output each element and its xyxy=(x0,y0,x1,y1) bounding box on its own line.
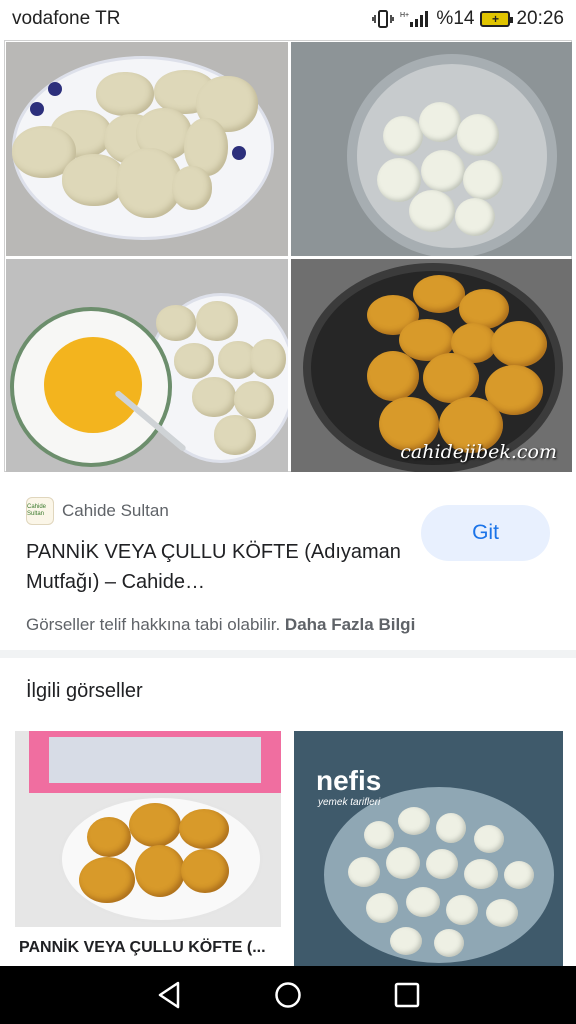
patty xyxy=(156,305,196,341)
dough-ball xyxy=(377,158,421,202)
plate-flower xyxy=(48,82,62,96)
image-boiling-pot xyxy=(291,42,572,256)
related-heading: İlgili görseller xyxy=(26,680,143,702)
dough-ball xyxy=(409,190,455,232)
svg-text:H+: H+ xyxy=(400,12,409,19)
section-divider xyxy=(0,650,576,658)
patty xyxy=(172,166,212,210)
patty xyxy=(192,377,236,417)
main-image[interactable]: cahidejibek.com xyxy=(4,40,572,472)
patty xyxy=(174,343,214,379)
dough-piece xyxy=(486,899,518,927)
carrier-label: vodafone TR xyxy=(12,8,121,29)
dough-ball xyxy=(419,102,461,142)
fried-patty xyxy=(79,857,135,903)
related-card[interactable]: PANNİK VEYA ÇULLU KÖFTE (... xyxy=(15,731,281,966)
image-egg-bowl xyxy=(6,259,288,472)
dough-piece xyxy=(390,927,422,955)
fried-patty xyxy=(491,321,547,367)
vibrate-icon xyxy=(372,10,395,28)
navigation-bar xyxy=(0,966,576,1024)
plate-flower xyxy=(232,146,246,160)
dough-piece xyxy=(406,887,440,917)
dough-piece xyxy=(434,929,464,957)
related-card[interactable]: nefis yemek tarifleri xyxy=(294,731,563,966)
back-icon[interactable] xyxy=(149,975,189,1015)
brand-logo: nefis xyxy=(316,765,382,796)
image-watermark: cahidejibek.com xyxy=(400,441,557,463)
dough-piece xyxy=(446,895,478,925)
dough-ball xyxy=(383,116,423,156)
dough-piece xyxy=(366,893,398,923)
home-icon[interactable] xyxy=(268,975,308,1015)
dough-piece xyxy=(398,807,430,835)
beaten-egg xyxy=(44,337,142,433)
dough-piece xyxy=(386,847,420,879)
fried-patty xyxy=(129,803,181,847)
fried-patty xyxy=(181,849,229,893)
dough-ball xyxy=(463,160,503,200)
recents-icon[interactable] xyxy=(387,975,427,1015)
battery-percent: %14 xyxy=(436,8,475,29)
patty xyxy=(234,381,274,419)
fried-patty xyxy=(367,351,419,401)
dough-piece xyxy=(364,821,394,849)
dough-ball xyxy=(457,114,499,156)
source-logo-text: Cahide Sultan xyxy=(27,504,47,517)
status-right: H+ %14 + 20:26 xyxy=(372,8,564,30)
patty xyxy=(214,415,256,455)
related-image xyxy=(15,731,281,927)
related-caption: PANNİK VEYA ÇULLU KÖFTE (... xyxy=(19,939,266,956)
dough-piece xyxy=(504,861,534,889)
dough-piece xyxy=(464,859,498,889)
source-row[interactable]: Cahide Sultan Cahide Sultan xyxy=(26,497,169,525)
copyright-text: Görseller telif hakkına tabi olabilir. xyxy=(26,615,281,634)
frame-inner xyxy=(49,737,261,783)
patty xyxy=(96,72,154,116)
clock: 20:26 xyxy=(516,8,564,29)
source-name: Cahide Sultan xyxy=(62,501,169,520)
more-info-link[interactable]: Daha Fazla Bilgi xyxy=(285,615,415,634)
patty xyxy=(196,301,238,341)
fried-patty xyxy=(135,845,185,897)
patty xyxy=(250,339,286,379)
fried-patty xyxy=(423,353,479,403)
brand-subtitle: yemek tarifleri xyxy=(318,797,381,808)
source-logo: Cahide Sultan xyxy=(26,497,54,525)
fried-patty xyxy=(413,275,465,313)
dough-ball xyxy=(421,150,465,192)
dough-piece xyxy=(348,857,380,887)
dough-piece xyxy=(426,849,458,879)
copyright-notice: Görseller telif hakkına tabi olabilir. D… xyxy=(26,615,415,635)
battery-icon: + xyxy=(480,11,514,27)
fried-patty xyxy=(87,817,131,857)
result-title[interactable]: PANNİK VEYA ÇULLU KÖFTE (Adıyaman Mutfağ… xyxy=(26,537,406,597)
dough-ball xyxy=(455,198,495,236)
related-image: nefis yemek tarifleri xyxy=(294,731,563,966)
visit-button[interactable]: Git xyxy=(421,505,550,561)
plate-flower xyxy=(30,102,44,116)
status-bar: vodafone TR H+ %14 + 20:26 xyxy=(0,0,576,38)
dough-piece xyxy=(474,825,504,853)
signal-icon: H+ xyxy=(400,10,430,28)
fried-patty xyxy=(179,809,229,849)
dough-piece xyxy=(436,813,466,843)
image-raw-patties xyxy=(6,42,288,256)
